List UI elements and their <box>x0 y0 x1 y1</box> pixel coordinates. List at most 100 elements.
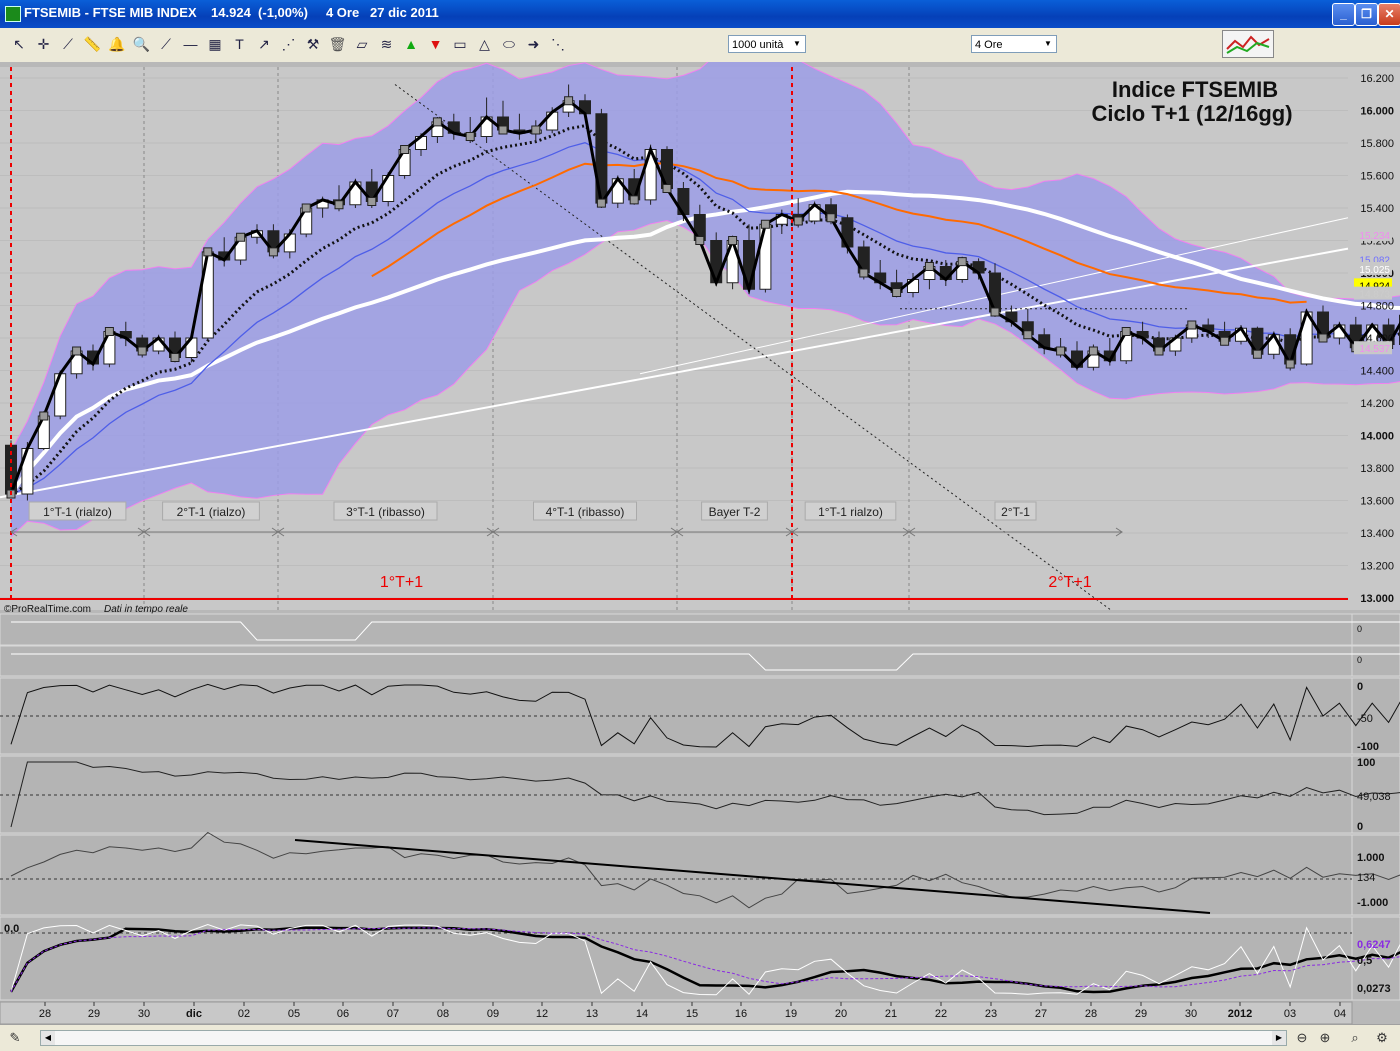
triangle-icon[interactable]: △ <box>474 33 496 55</box>
cursor-icon[interactable]: ↖ <box>8 33 30 55</box>
y-tick-label: 13.000 <box>1360 593 1394 605</box>
x-tick-label: 2012 <box>1228 1008 1252 1020</box>
close-marker <box>827 214 835 222</box>
app-icon <box>5 6 21 22</box>
close-marker <box>40 412 48 420</box>
watermark: ©ProRealTime.com <box>4 604 91 615</box>
down-arrow-icon[interactable]: ▼ <box>425 33 447 55</box>
x-tick-label: 02 <box>238 1008 250 1020</box>
fan-icon[interactable]: ⋰ <box>278 33 300 55</box>
cycle-label: 2°T-1 (rialzo) <box>177 505 246 519</box>
maximize-button[interactable]: ❐ <box>1355 3 1378 26</box>
channel-icon[interactable]: ▱ <box>351 33 373 55</box>
big-cycle-label: 1°T+1 <box>380 574 423 591</box>
x-tick-label: 08 <box>437 1008 449 1020</box>
close-marker <box>729 237 737 245</box>
chart-title: Indice FTSEMIB <box>1112 77 1278 102</box>
timeframe-select[interactable]: 4 Ore ▼ <box>971 35 1057 53</box>
zoom-out-icon[interactable]: ⊖ <box>1292 1028 1312 1048</box>
close-marker <box>105 328 113 336</box>
x-axis-area <box>0 1002 1352 1024</box>
tools-icon[interactable]: ⚒ <box>302 33 324 55</box>
reset-zoom-icon[interactable]: ⌕ <box>1345 1028 1365 1048</box>
x-tick-label: 29 <box>1135 1008 1147 1020</box>
indicator-label: 0 <box>1357 821 1363 833</box>
pin-icon[interactable]: ✎ <box>5 1028 25 1048</box>
chevron-down-icon: ▼ <box>1040 36 1056 52</box>
close-marker <box>532 126 540 134</box>
close-marker <box>269 248 277 256</box>
trash-icon[interactable]: 🗑 <box>327 33 349 55</box>
close-marker <box>401 146 409 154</box>
close-marker <box>794 217 802 225</box>
x-tick-label: dic <box>186 1008 202 1020</box>
alarm-icon[interactable]: 🔔 <box>106 33 128 55</box>
close-marker <box>958 258 966 266</box>
y-tick-label: 13.400 <box>1360 528 1394 540</box>
x-tick-label: 22 <box>935 1008 947 1020</box>
text-icon[interactable]: T <box>229 33 251 55</box>
fibonacci-icon[interactable]: ≋ <box>376 33 398 55</box>
right-arrow-icon[interactable]: ➜ <box>523 33 545 55</box>
indicator-label: 100 <box>1357 757 1375 769</box>
indicator-label: -1.000 <box>1357 897 1388 909</box>
indicator-label: -50 <box>1357 713 1373 725</box>
y-tick-label: 15.800 <box>1360 138 1394 150</box>
time-scrollbar[interactable]: ◀ ▶ <box>40 1030 1287 1046</box>
gann-icon[interactable]: ⋱ <box>547 33 569 55</box>
trend-line-icon[interactable]: ⟋ <box>155 33 177 55</box>
crosshair-icon[interactable]: ✛ <box>33 33 55 55</box>
units-select[interactable]: 1000 unità ▼ <box>728 35 806 53</box>
x-tick-label: 28 <box>39 1008 51 1020</box>
indicator-label: 0,6247 <box>1357 939 1391 951</box>
cycle-label: 1°T-1 (rialzo) <box>43 505 112 519</box>
close-marker <box>499 126 507 134</box>
indicator-panel-4 <box>0 756 1352 833</box>
scroll-left-icon[interactable]: ◀ <box>41 1031 55 1045</box>
close-marker <box>433 118 441 126</box>
up-arrow-icon[interactable]: ▲ <box>400 33 422 55</box>
x-tick-label: 23 <box>985 1008 997 1020</box>
close-marker <box>925 263 933 271</box>
ruler-icon[interactable]: 📏 <box>82 33 104 55</box>
vertical-line-icon[interactable]: ⟋ <box>57 33 79 55</box>
chart-subtitle: Ciclo T+1 (12/16gg) <box>1091 101 1292 126</box>
close-marker <box>368 198 376 206</box>
indicator-panel-5 <box>0 835 1352 915</box>
horizontal-line-icon[interactable]: — <box>180 33 202 55</box>
big-cycle-label: 2°T+1 <box>1048 574 1091 591</box>
close-marker <box>991 308 999 316</box>
close-button[interactable]: ✕ <box>1378 3 1400 26</box>
chart-preview-icon[interactable] <box>1222 30 1274 58</box>
close-marker <box>1024 331 1032 339</box>
zoom-icon[interactable]: 🔍 <box>131 33 153 55</box>
close-marker <box>696 237 704 245</box>
settings-icon[interactable]: ⚙ <box>1372 1028 1392 1048</box>
zoom-in-icon[interactable]: ⊕ <box>1315 1028 1335 1048</box>
x-tick-label: 21 <box>885 1008 897 1020</box>
chart-icon[interactable]: ▦ <box>204 33 226 55</box>
rectangle-icon[interactable]: ▭ <box>449 33 471 55</box>
arrow-icon[interactable]: ↗ <box>253 33 275 55</box>
window-title: FTSEMIB - FTSE MIB INDEX 14.924 (-1,00%)… <box>24 5 439 20</box>
x-tick-label: 07 <box>387 1008 399 1020</box>
price-chart[interactable]: 1°T+12°T+11°T-1 (rialzo)2°T-1 (rialzo)3°… <box>0 62 1400 1024</box>
price-tag: 15.025 <box>1359 265 1390 276</box>
x-tick-label: 05 <box>288 1008 300 1020</box>
x-tick-label: 29 <box>88 1008 100 1020</box>
close-marker <box>1319 334 1327 342</box>
close-marker <box>171 354 179 362</box>
bottom-bar: ✎ ◀ ▶ ⊖ ⊕ ⌕ ⚙ <box>0 1024 1400 1051</box>
price-tag: 14.873 <box>1359 290 1390 301</box>
indicator-label: 0,0 <box>4 923 19 935</box>
x-tick-label: 30 <box>138 1008 150 1020</box>
indicator-label: 134 <box>1357 872 1375 884</box>
y-tick-label: 16.000 <box>1360 106 1394 118</box>
close-marker <box>204 248 212 256</box>
close-marker <box>73 347 81 355</box>
ellipse-icon[interactable]: ⬭ <box>498 33 520 55</box>
scroll-right-icon[interactable]: ▶ <box>1272 1031 1286 1045</box>
close-marker <box>1057 347 1065 355</box>
minimize-button[interactable]: _ <box>1332 3 1355 26</box>
y-tick-label: 13.200 <box>1360 561 1394 573</box>
